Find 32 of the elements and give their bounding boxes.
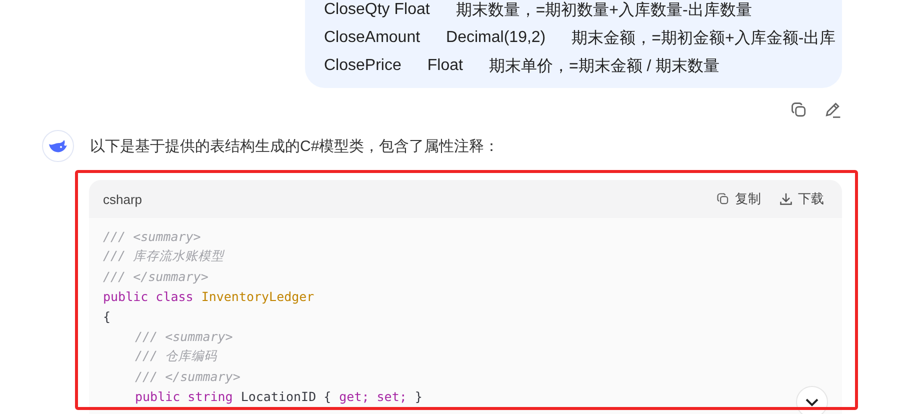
- message-text: ClosePrice: [324, 57, 402, 75]
- download-icon: [779, 192, 793, 206]
- code-token: /// <summary>: [103, 228, 201, 244]
- code-token: /// 库存流水账模型: [103, 248, 224, 264]
- code-token: public class: [103, 288, 194, 304]
- edit-button[interactable]: [823, 100, 843, 120]
- code-token: get; set;: [339, 388, 407, 404]
- chevron-down-icon: [805, 398, 819, 406]
- copy-icon: [716, 192, 730, 206]
- code-token: /// <summary>: [135, 328, 233, 344]
- code-token: public string: [135, 388, 233, 404]
- whale-icon: [48, 138, 68, 154]
- code-token: }: [414, 388, 422, 404]
- message-text: 期末单价，=期末金额 / 期末数量: [488, 56, 720, 76]
- message-text: Decimal(19,2): [446, 29, 546, 47]
- language-label: csharp: [103, 192, 142, 206]
- code-token: /// 仓库编码: [135, 348, 218, 364]
- code-token: {: [103, 308, 111, 324]
- message-text: Float: [427, 57, 463, 75]
- message-text: 期末数量，=期初数量+入库数量-出库数量: [456, 0, 752, 20]
- copy-icon: [790, 101, 808, 119]
- copy-code-button[interactable]: 复制: [716, 190, 761, 208]
- code-token: InventoryLedger: [201, 288, 314, 304]
- message-text: CloseQty Float: [324, 1, 430, 19]
- message-text: CloseAmount: [324, 29, 420, 47]
- code-token: /// </summary>: [103, 268, 208, 284]
- message-text: 期末金额，=期初金额+入库金额-出库: [572, 28, 836, 48]
- download-button[interactable]: 下载: [779, 190, 824, 208]
- pencil-icon: [824, 101, 842, 119]
- reply-text: 以下是基于提供的表结构生成的C#模型类，包含了属性注释：: [90, 136, 500, 156]
- code-token: /// </summary>: [135, 368, 240, 384]
- code-token: LocationID {: [240, 388, 332, 404]
